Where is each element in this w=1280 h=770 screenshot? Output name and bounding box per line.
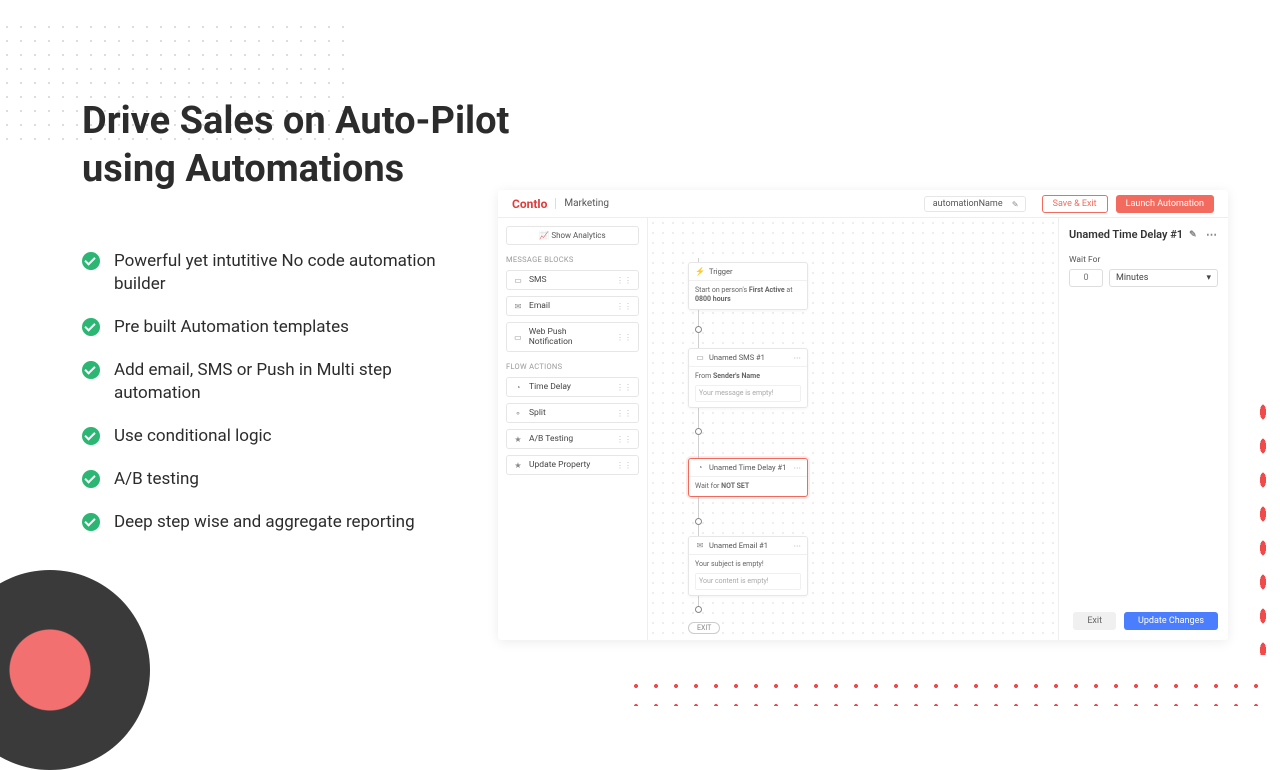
flow-node-dot	[695, 518, 702, 525]
sms-icon: ▭	[695, 353, 705, 362]
time-delay-card[interactable]: ◔Unamed Time Delay #1⋯ Wait for NOT SET	[688, 458, 808, 497]
email-icon: ✉	[695, 541, 705, 550]
grip-icon: ⋮⋮	[616, 409, 632, 418]
wait-for-label: Wait For	[1069, 255, 1218, 265]
app-window: Contlo Marketing automationName ✎ Save &…	[498, 190, 1228, 640]
check-icon	[82, 361, 100, 379]
exit-button[interactable]: Exit	[1073, 612, 1116, 630]
block-sms[interactable]: ▭SMS⋮⋮	[506, 270, 639, 290]
bullet-item: Powerful yet intutitive No code automati…	[82, 250, 452, 296]
block-ab-testing[interactable]: ★A/B Testing⋮⋮	[506, 429, 639, 449]
headline-line-1: Drive Sales on Auto-Pilot	[82, 98, 509, 146]
clock-icon: ◔	[513, 383, 523, 392]
grip-icon: ⋮⋮	[616, 333, 632, 342]
block-time-delay[interactable]: ◔Time Delay⋮⋮	[506, 377, 639, 397]
properties-panel: Unamed Time Delay #1 ✎ ⋯ Wait For Minute…	[1058, 218, 1228, 640]
show-analytics-button[interactable]: 📈 Show Analytics	[506, 226, 639, 245]
flow-node-dot	[695, 606, 702, 613]
block-web-push[interactable]: ▭Web Push Notification⋮⋮	[506, 322, 639, 352]
star-icon: ★	[513, 461, 523, 470]
flow-node-dot	[695, 326, 702, 333]
more-icon[interactable]: ⋯	[794, 463, 802, 472]
sidebar: 📈 Show Analytics MESSAGE BLOCKS ▭SMS⋮⋮ ✉…	[498, 218, 648, 640]
wait-duration-input[interactable]	[1069, 269, 1103, 287]
email-card[interactable]: ✉Unamed Email #1⋯ Your subject is empty!…	[688, 536, 808, 596]
check-icon	[82, 470, 100, 488]
headline-line-2: using Automations	[82, 146, 509, 194]
more-icon[interactable]: ⋯	[1206, 228, 1218, 241]
clock-icon: ◔	[695, 463, 705, 472]
bullet-item: Use conditional logic	[82, 425, 452, 448]
block-split[interactable]: ⚬Split⋮⋮	[506, 403, 639, 423]
group-label-flow-actions: FLOW ACTIONS	[506, 362, 639, 371]
more-icon[interactable]: ⋯	[794, 353, 802, 362]
check-icon	[82, 513, 100, 531]
brand-logo: Contlo	[512, 197, 547, 211]
edit-icon[interactable]: ✎	[1189, 230, 1197, 240]
more-icon[interactable]: ⋯	[794, 541, 802, 550]
check-icon	[82, 318, 100, 336]
sms-icon: ▭	[513, 276, 523, 285]
grip-icon: ⋮⋮	[616, 435, 632, 444]
block-update-property[interactable]: ★Update Property⋮⋮	[506, 455, 639, 475]
app-header: Contlo Marketing automationName ✎ Save &…	[498, 190, 1228, 218]
edit-icon[interactable]: ✎	[1012, 200, 1019, 209]
flow-node-dot	[695, 428, 702, 435]
sms-card[interactable]: ▭Unamed SMS #1⋯ From Sender's NameYour m…	[688, 348, 808, 408]
grip-icon: ⋮⋮	[616, 383, 632, 392]
exit-node[interactable]: EXIT	[688, 622, 720, 634]
bolt-icon: ⚡	[695, 267, 705, 276]
launch-automation-button[interactable]: Launch Automation	[1116, 195, 1214, 213]
flow-canvas[interactable]: ⚡Trigger Start on person's First Active …	[648, 218, 1058, 640]
decorative-dot-column	[1256, 395, 1270, 655]
check-icon	[82, 427, 100, 445]
decorative-dot-row	[626, 676, 1266, 706]
decorative-circle	[0, 570, 150, 770]
grip-icon: ⋮⋮	[616, 302, 632, 311]
group-label-message-blocks: MESSAGE BLOCKS	[506, 255, 639, 264]
panel-title: Unamed Time Delay #1	[1069, 228, 1183, 241]
star-icon: ★	[513, 435, 523, 444]
brand-section: Marketing	[555, 198, 609, 209]
automation-name-input[interactable]: automationName ✎	[924, 196, 1026, 212]
trigger-body: Start on person's First Active at 0800 h…	[689, 281, 807, 309]
push-icon: ▭	[513, 333, 523, 342]
chevron-down-icon: ▾	[1206, 273, 1211, 283]
wait-unit-select[interactable]: Minutes▾	[1109, 269, 1218, 287]
check-icon	[82, 252, 100, 270]
split-icon: ⚬	[513, 409, 523, 418]
email-icon: ✉	[513, 302, 523, 311]
feature-bullets: Powerful yet intutitive No code automati…	[82, 250, 452, 534]
block-email[interactable]: ✉Email⋮⋮	[506, 296, 639, 316]
save-exit-button[interactable]: Save & Exit	[1042, 195, 1108, 213]
page-title: Drive Sales on Auto-Pilot using Automati…	[82, 98, 509, 193]
update-changes-button[interactable]: Update Changes	[1124, 612, 1218, 630]
grip-icon: ⋮⋮	[616, 461, 632, 470]
grip-icon: ⋮⋮	[616, 276, 632, 285]
bullet-item: Pre built Automation templates	[82, 316, 452, 339]
bullet-item: A/B testing	[82, 468, 452, 491]
bullet-item: Add email, SMS or Push in Multi step aut…	[82, 359, 452, 405]
trigger-card[interactable]: ⚡Trigger Start on person's First Active …	[688, 262, 808, 310]
bullet-item: Deep step wise and aggregate reporting	[82, 511, 452, 534]
